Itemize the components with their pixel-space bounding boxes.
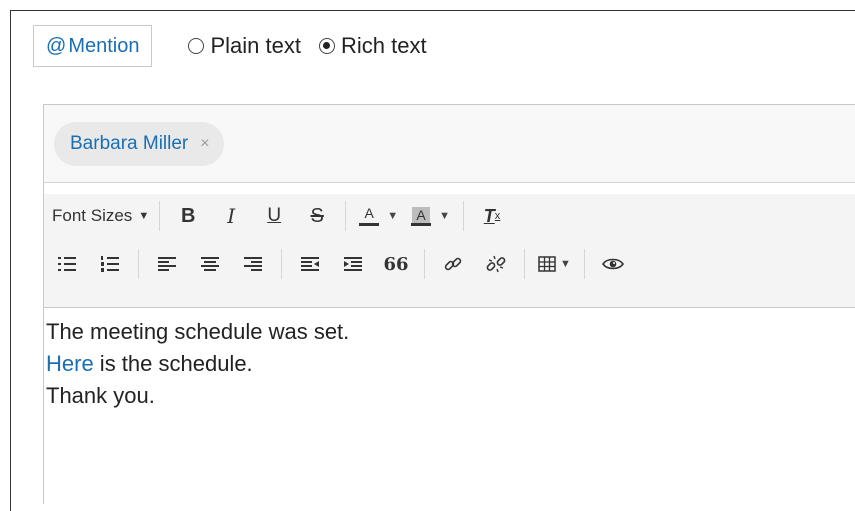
preview-button[interactable]: [598, 249, 628, 279]
unlink-icon: [486, 255, 506, 273]
toolbar-row-2: 66 ▼: [52, 242, 855, 286]
text-color-icon: A: [359, 205, 380, 226]
background-color-icon: A: [411, 206, 432, 226]
toolbar-separator: [159, 201, 161, 231]
radio-plain-text[interactable]: Plain text: [188, 33, 301, 59]
toolbar-separator: [524, 249, 525, 279]
content-line-3: Thank you.: [46, 383, 155, 408]
remove-format-sub: x: [494, 210, 501, 222]
blockquote-button[interactable]: 66: [381, 249, 411, 279]
remove-format-icon: T: [483, 205, 495, 226]
rich-text-editor: Barbara Miller × Font Sizes ▼ B I U S A …: [43, 104, 855, 504]
outdent-icon: [301, 257, 319, 271]
chevron-down-icon: ▼: [560, 258, 571, 270]
schedule-link[interactable]: Here: [46, 351, 94, 376]
outdent-button[interactable]: [295, 249, 325, 279]
chevron-down-icon: ▼: [138, 210, 150, 222]
at-sign-icon: @: [46, 34, 67, 57]
content-line-2-rest: is the schedule.: [93, 351, 253, 376]
font-sizes-dropdown[interactable]: Font Sizes ▼: [52, 201, 149, 231]
mention-chip-name: Barbara Miller: [70, 132, 189, 154]
table-icon: [538, 256, 556, 272]
align-center-icon: [201, 257, 219, 271]
background-color-button[interactable]: A ▼: [411, 201, 450, 231]
mention-list: Barbara Miller ×: [44, 105, 855, 183]
radio-unchecked-icon[interactable]: [188, 38, 205, 54]
align-right-icon: [244, 257, 262, 271]
text-format-radio-group: Plain text Rich text: [188, 33, 444, 59]
bulleted-list-icon: [58, 257, 76, 271]
text-color-letter: A: [364, 205, 374, 221]
quote-icon: 66: [383, 253, 409, 275]
content-line-2: Here is the schedule.: [46, 348, 855, 380]
indent-button[interactable]: [338, 249, 368, 279]
bold-button[interactable]: B: [173, 201, 203, 231]
compose-header: @ Mention Plain text Rich text: [33, 24, 445, 68]
insert-link-button[interactable]: [438, 249, 468, 279]
indent-icon: [344, 257, 362, 271]
underline-button[interactable]: U: [259, 201, 289, 231]
editor-toolbar: Font Sizes ▼ B I U S A ▼ A ▼ T x 66 ▼: [44, 194, 855, 308]
align-left-button[interactable]: [152, 249, 182, 279]
chevron-down-icon[interactable]: ▼: [439, 210, 450, 222]
toolbar-separator: [462, 201, 464, 231]
toolbar-separator: [345, 201, 347, 231]
chevron-down-icon[interactable]: ▼: [387, 210, 398, 222]
radio-rich-text-label: Rich text: [340, 33, 427, 58]
mention-button[interactable]: @ Mention: [33, 25, 153, 67]
toolbar-separator: [583, 249, 585, 279]
mention-button-label: Mention: [68, 34, 140, 57]
radio-plain-text-label: Plain text: [210, 33, 301, 58]
bulleted-list-button[interactable]: [52, 249, 82, 279]
radio-checked-icon[interactable]: [318, 38, 335, 54]
numbered-list-icon: [101, 256, 119, 272]
align-center-button[interactable]: [195, 249, 225, 279]
unlink-button[interactable]: [481, 249, 511, 279]
toolbar-separator: [281, 249, 282, 279]
background-color-letter: A: [412, 206, 430, 223]
toolbar-separator: [138, 249, 139, 279]
insert-table-button[interactable]: ▼: [538, 249, 571, 279]
text-color-button[interactable]: A ▼: [359, 201, 398, 231]
strikethrough-button[interactable]: S: [302, 201, 332, 231]
mention-chip: Barbara Miller ×: [54, 121, 224, 166]
remove-mention-icon[interactable]: ×: [200, 135, 209, 153]
toolbar-row-1: Font Sizes ▼ B I U S A ▼ A ▼ T x: [52, 194, 855, 238]
italic-button[interactable]: I: [216, 201, 246, 231]
align-right-button[interactable]: [238, 249, 268, 279]
remove-format-button[interactable]: Tx: [477, 201, 507, 231]
editor-content[interactable]: The meeting schedule was set. Here is th…: [44, 308, 855, 412]
link-icon: [444, 257, 462, 271]
toolbar-separator: [424, 249, 425, 279]
numbered-list-button[interactable]: [95, 249, 125, 279]
align-left-icon: [158, 257, 176, 271]
content-line-1: The meeting schedule was set.: [46, 319, 350, 344]
eye-icon: [601, 258, 624, 270]
radio-rich-text[interactable]: Rich text: [318, 33, 427, 59]
font-sizes-label: Font Sizes: [52, 206, 133, 225]
